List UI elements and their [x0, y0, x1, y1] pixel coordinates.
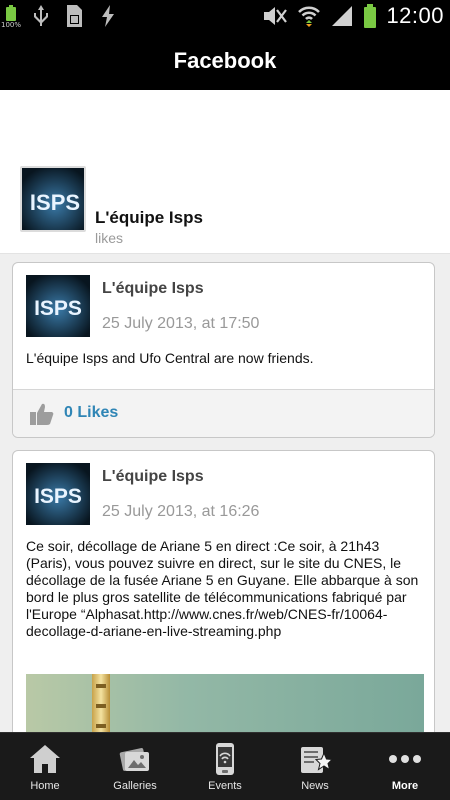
- post-timestamp: 25 July 2013, at 16:26: [102, 503, 260, 520]
- nav-more[interactable]: More: [360, 733, 450, 800]
- mute-icon: [264, 7, 288, 25]
- post-image[interactable]: [26, 674, 424, 732]
- nav-galleries[interactable]: Galleries: [90, 733, 180, 800]
- avatar-logo-text: ISPS: [30, 190, 80, 215]
- page-title: Facebook: [173, 48, 277, 73]
- thumbs-up-icon[interactable]: [29, 402, 55, 426]
- battery-percent-label: 100%: [1, 21, 22, 29]
- signal-icon: [332, 6, 353, 26]
- post-author[interactable]: L'équipe Isps: [102, 280, 204, 298]
- avatar-logo-text: ISPS: [34, 485, 82, 508]
- post-timestamp: 25 July 2013, at 17:50: [102, 315, 260, 332]
- content-area[interactable]: ISPS L'équipe Isps likes ISPS L'équipe I…: [0, 90, 450, 732]
- nav-events-label: Events: [208, 780, 242, 792]
- likes-count[interactable]: 0 Likes: [64, 404, 118, 422]
- action-bar: Facebook: [0, 32, 450, 90]
- post-text: Ce soir, décollage de Ariane 5 en direct…: [26, 538, 419, 639]
- likes-bar[interactable]: 0 Likes: [13, 389, 434, 437]
- page-name: L'équipe Isps: [95, 208, 203, 227]
- usb-icon: [34, 5, 48, 26]
- sync-icon: [102, 5, 114, 27]
- galleries-icon: [119, 748, 149, 771]
- battery-icon: [364, 4, 377, 28]
- post-card[interactable]: ISPS L'équipe Isps 25 July 2013, at 17:5…: [12, 262, 435, 438]
- post-author-avatar[interactable]: ISPS: [26, 275, 90, 337]
- sd-card-icon: [67, 5, 82, 27]
- wifi-icon: [298, 6, 321, 27]
- page-avatar[interactable]: ISPS: [20, 166, 86, 232]
- clock: 12:00: [386, 3, 444, 28]
- status-bar-system: 12:00: [262, 0, 444, 32]
- status-bar-notifications: 100%: [1, 3, 118, 29]
- post-feed[interactable]: ISPS L'équipe Isps 25 July 2013, at 17:5…: [0, 254, 450, 732]
- post-author[interactable]: L'équipe Isps: [102, 468, 204, 486]
- nav-home-label: Home: [30, 780, 60, 792]
- nav-news[interactable]: News: [270, 733, 360, 800]
- page-likes-label: likes: [95, 230, 124, 246]
- nav-more-label: More: [391, 780, 419, 792]
- nav-home[interactable]: Home: [0, 733, 90, 800]
- more-icon: [389, 755, 421, 763]
- post-author-avatar[interactable]: ISPS: [26, 463, 90, 525]
- news-icon: [301, 747, 333, 773]
- avatar-logo-text: ISPS: [34, 297, 82, 320]
- nav-galleries-label: Galleries: [113, 780, 157, 792]
- events-icon: [216, 743, 234, 775]
- page-header: ISPS L'équipe Isps likes: [0, 90, 450, 254]
- battery-status-icon: 100%: [1, 4, 22, 29]
- nav-events[interactable]: Events: [180, 733, 270, 800]
- home-icon: [30, 745, 60, 773]
- nav-news-label: News: [301, 780, 329, 792]
- app-screen: 100% 12:00 Facebook ISPS L'équipe Isps l…: [0, 0, 450, 800]
- status-bar: 100% 12:00: [0, 0, 450, 32]
- post-card[interactable]: ISPS L'équipe Isps 25 July 2013, at 16:2…: [12, 450, 435, 732]
- bottom-navigation: Home Galleries Events News More: [0, 732, 450, 800]
- post-text: L'équipe Isps and Ufo Central are now fr…: [26, 350, 314, 366]
